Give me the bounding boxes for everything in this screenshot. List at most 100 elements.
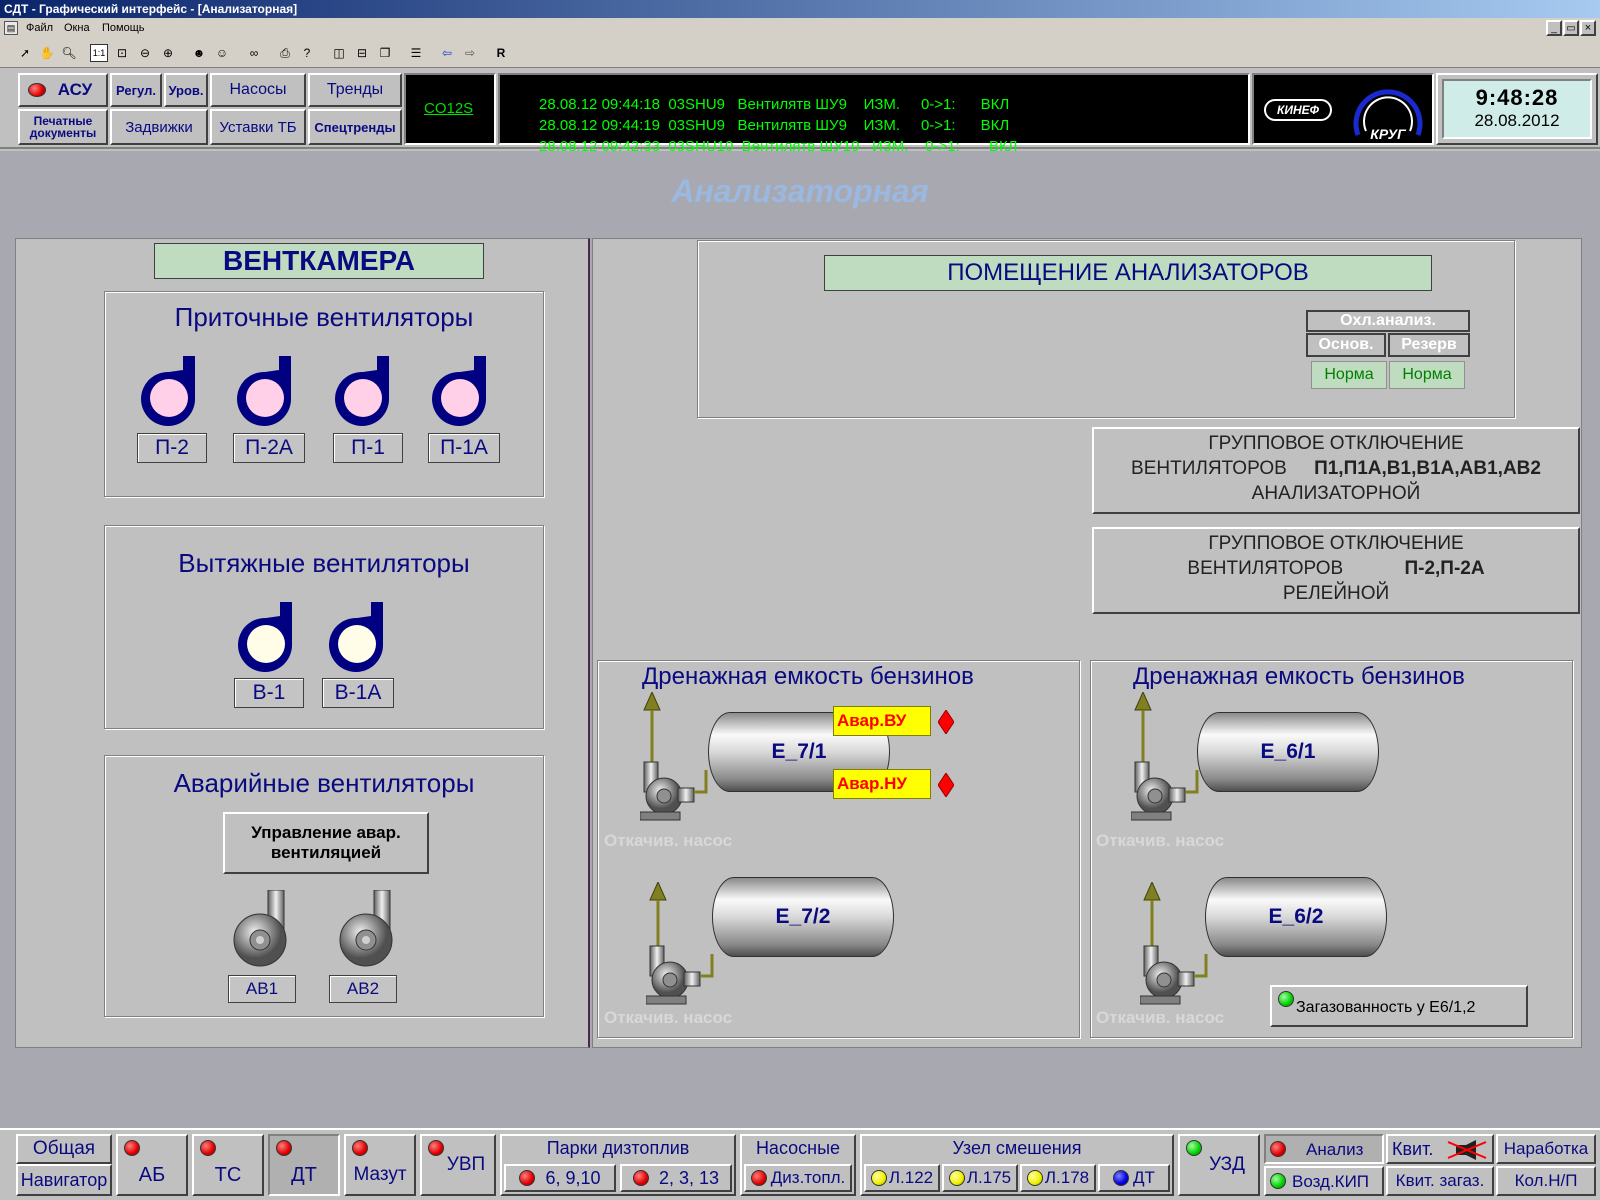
spectrendy-button[interactable]: Спецтренды xyxy=(308,109,402,145)
alarm-diamond-icon xyxy=(938,773,954,797)
parki-title: Парки дизтоплив xyxy=(546,1138,690,1158)
gas-contamination-button[interactable]: Загазованность у Е6/1,2 xyxy=(1270,985,1528,1027)
urov-button[interactable]: Уров. xyxy=(164,73,208,107)
users-icon[interactable]: ☻ xyxy=(190,44,208,62)
fan-icon[interactable] xyxy=(327,602,389,676)
zadvizhki-button[interactable]: Задвижки xyxy=(110,109,208,145)
obshaya-button[interactable]: Общая xyxy=(16,1134,112,1164)
narabotka-button[interactable]: Наработка xyxy=(1496,1134,1596,1164)
window-title: СДТ - Графический интерфейс - [Анализато… xyxy=(4,2,298,16)
uzd-button[interactable]: УЗД xyxy=(1178,1134,1260,1196)
trendy-button[interactable]: Тренды xyxy=(308,73,402,107)
tank-e7-2[interactable]: Е_7/2 xyxy=(712,877,894,957)
pan-hand-icon[interactable]: ✋ xyxy=(38,44,56,62)
asu-button[interactable]: АСУ xyxy=(18,73,108,107)
fan-icon[interactable] xyxy=(235,356,297,430)
l178-led xyxy=(1026,1170,1043,1186)
vozd-kip-button[interactable]: Возд.КИП xyxy=(1264,1166,1384,1196)
l122-button[interactable]: Л.122 xyxy=(864,1164,940,1192)
user-search-icon[interactable]: ☺ xyxy=(213,44,231,62)
menu-file[interactable]: Файл xyxy=(26,22,53,34)
alarm-high-level: Авар.ВУ xyxy=(833,706,931,736)
fan-label-p2[interactable]: П-2 xyxy=(137,433,207,463)
uzel-dt-button[interactable]: ДТ xyxy=(1098,1164,1170,1192)
ts-status-led xyxy=(200,1140,216,1156)
dt-button[interactable]: ДТ xyxy=(268,1134,340,1196)
fan-label-av1[interactable]: АВ1 xyxy=(228,975,296,1003)
menu-windows[interactable]: Окна xyxy=(64,22,90,34)
fan-label-v1a[interactable]: В-1А xyxy=(322,678,394,708)
ab-button[interactable]: АБ xyxy=(116,1134,188,1196)
tank-e6-1[interactable]: Е_6/1 xyxy=(1197,712,1379,792)
binoculars-icon[interactable]: ∞ xyxy=(245,44,263,62)
zoom-in-icon[interactable]: ⊕ xyxy=(159,44,177,62)
minimize-button[interactable]: _ xyxy=(1546,20,1562,36)
clock-date: 28.08.2012 xyxy=(1474,111,1560,130)
asu-label: АСУ xyxy=(57,80,93,99)
group1-line2: ВЕНТИЛЯТОРОВ П1,П1А,В1,В1А,АВ1,АВ2 xyxy=(1131,458,1541,479)
navigator-button[interactable]: Навигатор xyxy=(16,1164,112,1196)
fan-icon[interactable] xyxy=(430,356,492,430)
ventkamera-panel: ВЕНТКАМЕРА Приточные вентиляторы Вытяжны… xyxy=(15,238,590,1048)
fan-icon[interactable] xyxy=(236,602,298,676)
forward-arrow-icon[interactable]: ⇨ xyxy=(461,44,479,62)
magnifier-icon[interactable]: 🔍︎ xyxy=(60,44,78,62)
ab-status-led xyxy=(124,1140,140,1156)
layout-rows-icon[interactable]: ⊟ xyxy=(353,44,371,62)
kvit-zagaz-button[interactable]: Квит. загаз. xyxy=(1386,1166,1494,1196)
restore-button[interactable]: ▭ xyxy=(1563,20,1579,36)
fan-label-av2[interactable]: АВ2 xyxy=(329,975,397,1003)
alarm-diamond-icon xyxy=(938,710,954,734)
window-list-icon[interactable]: ☰ xyxy=(407,44,425,62)
l178-button[interactable]: Л.178 xyxy=(1020,1164,1096,1192)
clock-time: 9:48:28 xyxy=(1475,85,1559,110)
cascade-icon[interactable]: ❐ xyxy=(376,44,394,62)
zoom-fit-icon[interactable]: ⊡ xyxy=(113,44,131,62)
fan-icon[interactable] xyxy=(139,356,201,430)
emergency-control-button[interactable]: Управление авар. вентиляцией xyxy=(223,812,429,874)
emergency-fan-icon[interactable] xyxy=(336,890,402,970)
zoom-out-icon[interactable]: ⊖ xyxy=(136,44,154,62)
pointer-icon[interactable]: ➚ xyxy=(16,44,34,62)
pechat-button[interactable]: Печатные документы xyxy=(18,109,108,145)
ustavki-button[interactable]: Уставки ТБ xyxy=(210,109,306,145)
cooling-header: Охл.анализ. xyxy=(1306,310,1470,332)
alarm-log[interactable]: 28.08.12 09:44:18 03SHU9 Вентилятв ШУ9 И… xyxy=(498,73,1250,155)
group-shutdown-analyzer-button[interactable]: ГРУППОВОЕ ОТКЛЮЧЕНИЕ ВЕНТИЛЯТОРОВ П1,П1А… xyxy=(1092,427,1580,514)
back-arrow-icon[interactable]: ⇦ xyxy=(438,44,456,62)
l175-button[interactable]: Л.175 xyxy=(942,1164,1018,1192)
fan-label-p2a[interactable]: П-2А xyxy=(233,433,305,463)
group2-line1: ГРУППОВОЕ ОТКЛЮЧЕНИЕ xyxy=(1208,533,1464,554)
parki-2-3-13-button[interactable]: 2, 3, 13 xyxy=(620,1164,732,1192)
fan-label-p1[interactable]: П-1 xyxy=(333,433,403,463)
group-shutdown-relay-button[interactable]: ГРУППОВОЕ ОТКЛЮЧЕНИЕ ВЕНТИЛЯТОРОВ П-2,П-… xyxy=(1092,527,1580,614)
close-button[interactable]: × xyxy=(1580,20,1596,36)
kol-np-button[interactable]: Кол.Н/П xyxy=(1496,1166,1596,1196)
parki-6-9-10-button[interactable]: 6, 9,10 xyxy=(504,1164,616,1192)
zoom-1-1-icon[interactable]: 1:1 xyxy=(90,44,108,62)
ts-button[interactable]: ТС xyxy=(192,1134,264,1196)
fan-icon[interactable] xyxy=(333,356,395,430)
layout-columns-icon[interactable]: ◫ xyxy=(330,44,348,62)
app-menu-icon[interactable]: ▤ xyxy=(4,21,18,35)
emergency-fan-icon[interactable] xyxy=(230,890,296,970)
nasosnye-group: Насосные Диз.топл. xyxy=(740,1134,856,1196)
help-icon[interactable]: ? xyxy=(298,44,316,62)
fan-label-p1a[interactable]: П-1А xyxy=(428,433,500,463)
uvp-status-led xyxy=(428,1140,444,1156)
mazut-button[interactable]: Мазут xyxy=(344,1134,416,1196)
fan-label-v1[interactable]: В-1 xyxy=(234,678,304,708)
uvp-button[interactable]: УВП xyxy=(420,1134,496,1196)
co12s-panel: CO12S xyxy=(404,73,496,145)
analiz-button[interactable]: Анализ xyxy=(1264,1134,1384,1164)
menu-help[interactable]: Помощь xyxy=(102,22,145,34)
refresh-r-button[interactable]: R xyxy=(492,44,510,62)
print-icon[interactable]: ⎙ xyxy=(276,44,294,62)
kvit-button[interactable]: Квит. xyxy=(1386,1134,1494,1164)
diztopl-button[interactable]: Диз.топл. xyxy=(744,1164,852,1192)
tank-e6-2[interactable]: Е_6/2 xyxy=(1205,877,1387,957)
co12s-link[interactable]: CO12S xyxy=(424,100,473,117)
nasosy-button[interactable]: Насосы xyxy=(210,73,306,107)
parki1-led xyxy=(519,1170,536,1186)
regul-button[interactable]: Регул. xyxy=(110,73,162,107)
